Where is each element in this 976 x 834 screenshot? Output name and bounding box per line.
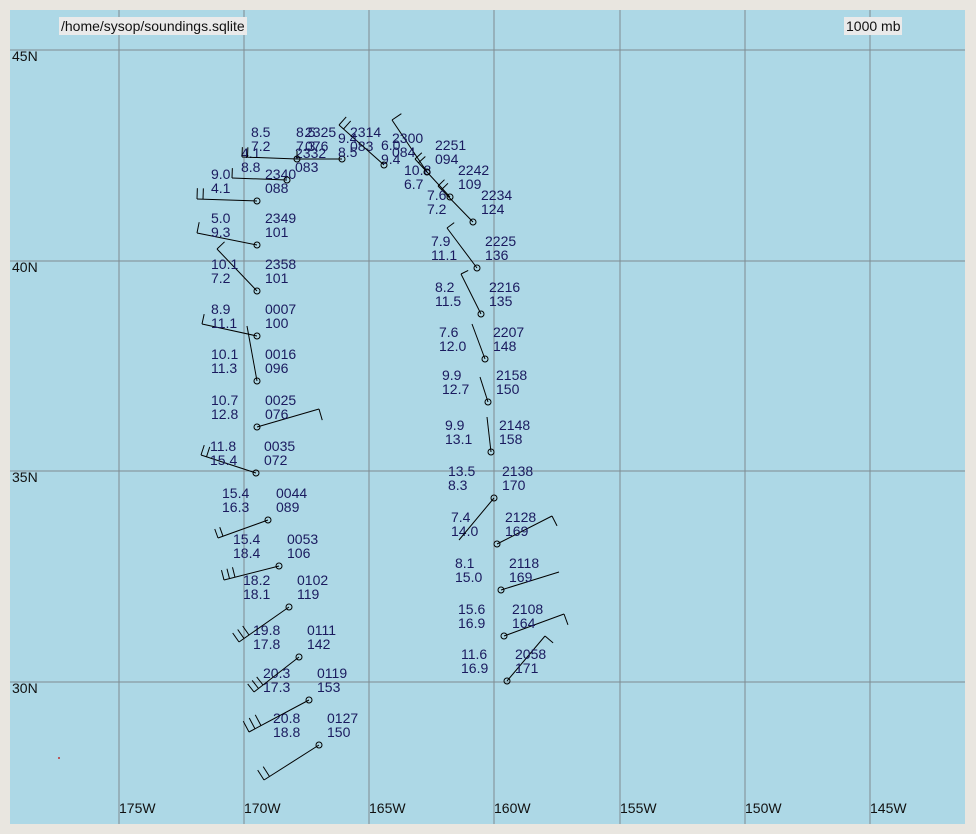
height-label: 136: [485, 247, 509, 263]
dewpoint-label: 15.4: [210, 452, 237, 468]
height-label: 100: [265, 315, 289, 331]
height-label: 084: [392, 144, 416, 160]
height-label: 096: [265, 360, 289, 376]
dewpoint-label: 7.2: [211, 270, 231, 286]
map-window: 45N 40N 35N 30N 175W 170W 165W 160W 155W…: [0, 0, 976, 834]
dewpoint-label: 17.8: [253, 636, 280, 652]
lat-label-30n: 30N: [12, 680, 38, 696]
dewpoint-label: 9.3: [211, 224, 231, 240]
height-label: 101: [265, 224, 289, 240]
pressure-level-label: 1000 mb: [844, 17, 903, 35]
height-label: 109: [458, 176, 482, 192]
height-label: 164: [512, 615, 536, 631]
lat-label-40n: 40N: [12, 259, 38, 275]
dewpoint-label: 7.3: [296, 138, 316, 154]
lon-label-155w: 155W: [620, 800, 657, 816]
dewpoint-label: 18.4: [233, 545, 260, 561]
dewpoint-label: 14.0: [451, 523, 478, 539]
height-label: 150: [327, 724, 351, 740]
dewpoint-label: 8.5: [338, 144, 358, 160]
height-label: 106: [287, 545, 311, 561]
height-label: 135: [489, 293, 513, 309]
height-label: 119: [297, 586, 320, 602]
dewpoint-label: 13.1: [445, 431, 472, 447]
height-label: 101: [265, 270, 289, 286]
lat-label-45n: 45N: [12, 48, 38, 64]
dewpoint-label: 4.1: [211, 180, 231, 196]
dewpoint-label: 12.0: [439, 338, 466, 354]
height-label: 171: [515, 660, 539, 676]
height-label: 094: [435, 151, 459, 167]
lon-label-160w: 160W: [494, 800, 531, 816]
height-label: 072: [264, 452, 288, 468]
height-label: 170: [502, 477, 526, 493]
dewpoint-label: 16.3: [222, 499, 249, 515]
dewpoint-label: 11.5: [435, 293, 461, 309]
lat-label-35n: 35N: [12, 469, 38, 485]
height-label: 124: [481, 201, 505, 217]
dewpoint-label: 8.3: [448, 477, 468, 493]
dewpoint-label: 11.3: [211, 360, 237, 376]
dewpoint-label: 15.0: [455, 569, 482, 585]
height-label: 089: [276, 499, 300, 515]
stray-dot: [58, 757, 60, 759]
height-label: 150: [496, 381, 520, 397]
height-label: 169: [505, 523, 529, 539]
file-path-label: /home/sysop/soundings.sqlite: [59, 17, 247, 35]
height-label: 148: [493, 338, 517, 354]
dewpoint-label: 6.7: [404, 176, 424, 192]
sounding-map[interactable]: 45N 40N 35N 30N 175W 170W 165W 160W 155W…: [10, 10, 965, 824]
dewpoint-label: 7.2: [251, 138, 271, 154]
lon-label-170w: 170W: [244, 800, 281, 816]
dewpoint-label: 11.1: [431, 247, 457, 263]
height-label: 153: [317, 679, 341, 695]
dewpoint-label: 18.1: [243, 586, 270, 602]
dewpoint-label: 8.8: [241, 159, 261, 175]
lon-label-145w: 145W: [870, 800, 907, 816]
dewpoint-label: 11.1: [211, 315, 237, 331]
height-label: 076: [265, 406, 289, 422]
dewpoint-label: 12.7: [442, 381, 469, 397]
dewpoint-label: 7.2: [427, 201, 447, 217]
lon-label-175w: 175W: [119, 800, 156, 816]
dewpoint-label: 16.9: [458, 615, 485, 631]
height-label: 142: [307, 636, 331, 652]
lon-label-165w: 165W: [369, 800, 406, 816]
height-label: 169: [509, 569, 533, 585]
lon-label-150w: 150W: [745, 800, 782, 816]
height-label: 158: [499, 431, 523, 447]
dewpoint-label: 12.8: [211, 406, 238, 422]
dewpoint-label: 16.9: [461, 660, 488, 676]
dewpoint-label: 18.8: [273, 724, 300, 740]
